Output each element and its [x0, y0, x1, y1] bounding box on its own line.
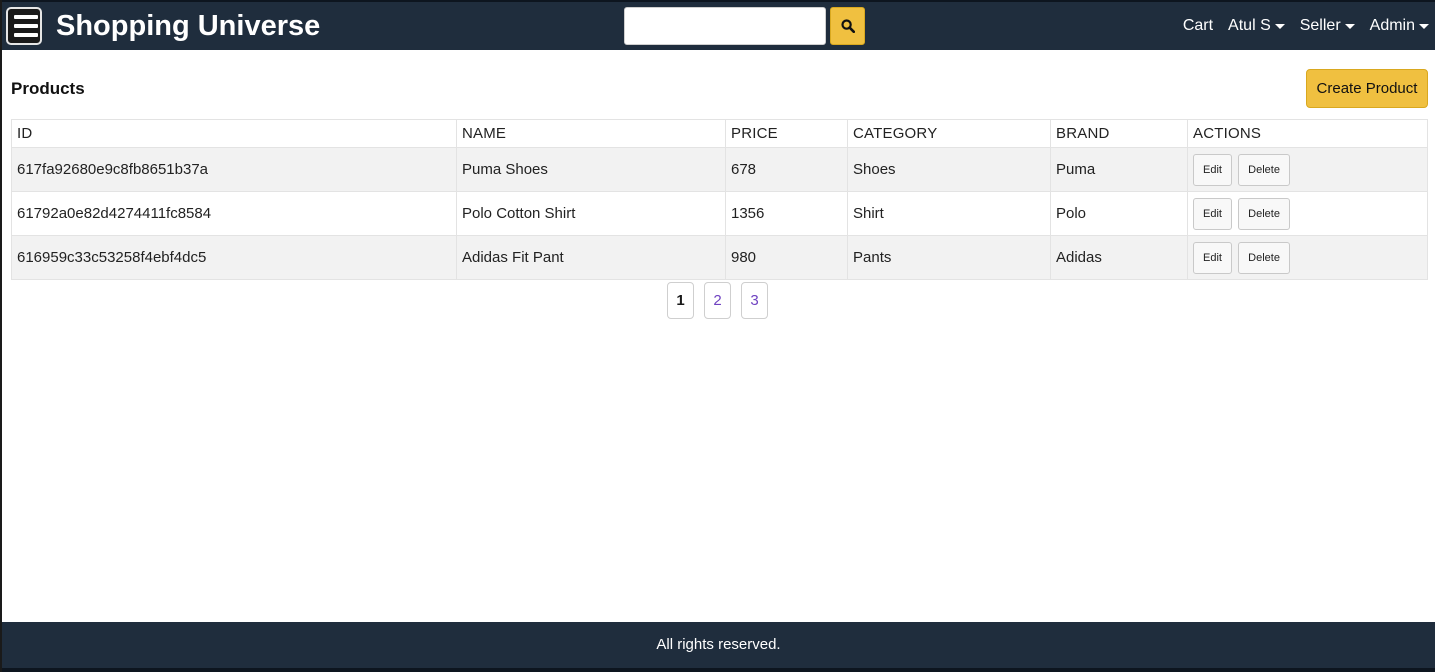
- search-input[interactable]: [624, 7, 826, 45]
- cell-actions: Edit Delete: [1187, 191, 1428, 236]
- brand-title[interactable]: Shopping Universe: [56, 8, 320, 44]
- nav-links: Cart Atul S Seller Admin: [1168, 15, 1429, 37]
- cell-id: 616959c33c53258f4ebf4dc5: [11, 235, 457, 280]
- nav-user-dropdown[interactable]: Atul S: [1228, 15, 1285, 37]
- cell-price: 980: [725, 235, 848, 280]
- delete-button[interactable]: Delete: [1238, 241, 1290, 274]
- column-header-actions: ACTIONS: [1187, 119, 1428, 148]
- edit-button[interactable]: Edit: [1193, 241, 1232, 274]
- delete-button[interactable]: Delete: [1238, 197, 1290, 230]
- nav-seller-dropdown[interactable]: Seller: [1300, 15, 1355, 37]
- page-link-2[interactable]: 2: [704, 282, 731, 319]
- page-link-3[interactable]: 3: [741, 282, 768, 319]
- column-header-brand: BRAND: [1050, 119, 1188, 148]
- cell-brand: Adidas: [1050, 235, 1188, 280]
- column-header-category: CATEGORY: [847, 119, 1051, 148]
- cell-name: Polo Cotton Shirt: [456, 191, 726, 236]
- caret-down-icon: [1419, 23, 1429, 29]
- cell-brand: Puma: [1050, 147, 1188, 192]
- page: Shopping Universe Cart Atul S Seller Adm…: [0, 0, 1435, 672]
- hamburger-menu-icon[interactable]: [6, 7, 42, 45]
- delete-button[interactable]: Delete: [1238, 153, 1290, 186]
- cell-actions: Edit Delete: [1187, 235, 1428, 280]
- pagination: 1 2 3: [667, 282, 778, 319]
- cell-category: Shoes: [847, 147, 1051, 192]
- column-header-name: NAME: [456, 119, 726, 148]
- footer-text: All rights reserved.: [656, 636, 781, 653]
- caret-down-icon: [1344, 23, 1355, 29]
- cell-actions: Edit Delete: [1187, 147, 1428, 192]
- top-navbar: Shopping Universe Cart Atul S Seller Adm…: [2, 0, 1435, 50]
- column-header-price: PRICE: [725, 119, 848, 148]
- products-table: ID NAME PRICE CATEGORY BRAND ACTIONS 617…: [11, 119, 1428, 280]
- cell-name: Adidas Fit Pant: [456, 235, 726, 280]
- nav-seller-label: Seller: [1299, 17, 1341, 34]
- cell-category: Pants: [847, 235, 1051, 280]
- nav-admin-label: Admin: [1369, 17, 1415, 34]
- table-header-row: ID NAME PRICE CATEGORY BRAND ACTIONS: [11, 119, 1428, 148]
- nav-admin-dropdown[interactable]: Admin: [1370, 15, 1429, 37]
- cell-brand: Polo: [1050, 191, 1188, 236]
- nav-cart-link[interactable]: Cart: [1183, 15, 1213, 37]
- cell-price: 678: [725, 147, 848, 192]
- cell-price: 1356: [725, 191, 848, 236]
- column-header-id: ID: [11, 119, 457, 148]
- edit-button[interactable]: Edit: [1193, 197, 1232, 230]
- table-row: 61792a0e82d4274411fc8584 Polo Cotton Shi…: [11, 191, 1428, 236]
- nav-user-label: Atul S: [1228, 17, 1271, 34]
- footer: All rights reserved.: [2, 622, 1435, 672]
- search-button[interactable]: [830, 7, 865, 45]
- table-row: 617fa92680e9c8fb8651b37a Puma Shoes 678 …: [11, 147, 1428, 192]
- create-product-button[interactable]: Create Product: [1306, 69, 1428, 108]
- nav-cart-label: Cart: [1182, 17, 1214, 34]
- cell-id: 617fa92680e9c8fb8651b37a: [11, 147, 457, 192]
- caret-down-icon: [1274, 23, 1285, 29]
- edit-button[interactable]: Edit: [1193, 153, 1232, 186]
- cell-id: 61792a0e82d4274411fc8584: [11, 191, 457, 236]
- page-title: Products: [11, 79, 85, 98]
- search-icon: [841, 19, 855, 33]
- table-row: 616959c33c53258f4ebf4dc5 Adidas Fit Pant…: [11, 235, 1428, 280]
- page-link-1[interactable]: 1: [667, 282, 694, 319]
- cell-name: Puma Shoes: [456, 147, 726, 192]
- cell-category: Shirt: [847, 191, 1051, 236]
